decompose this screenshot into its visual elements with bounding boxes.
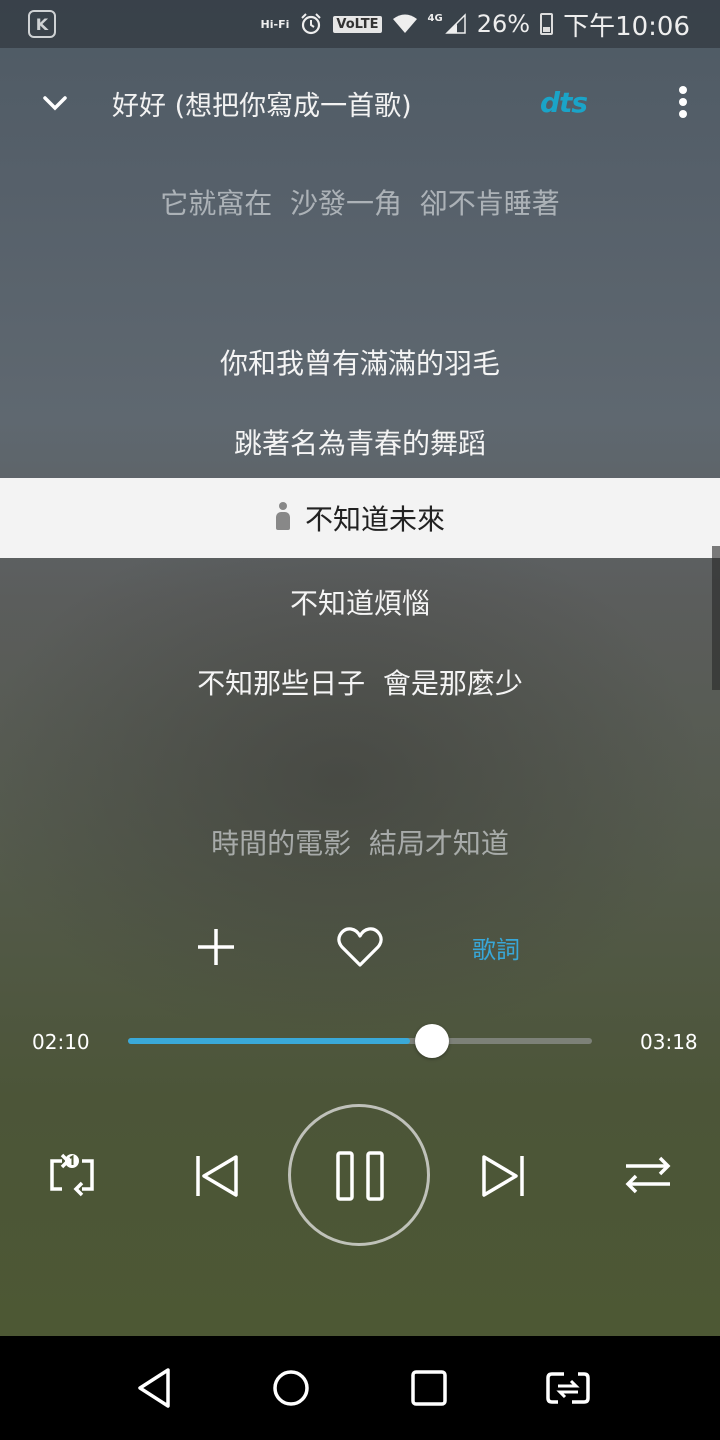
current-lyric-text: 不知道未來 (304, 503, 445, 536)
singer-icon (275, 502, 291, 534)
back-icon[interactable] (134, 1366, 174, 1410)
status-bar: K Hi-Fi VoLTE 4G 26% 下午10:06 (0, 0, 720, 48)
progress-track[interactable] (128, 1038, 592, 1044)
shuffle-icon[interactable] (624, 1154, 672, 1196)
status-icons: Hi-Fi VoLTE 4G 26% 下午10:06 (261, 0, 690, 48)
lyric-line: 你和我曾有滿滿的羽毛 (219, 347, 500, 380)
lyric-line: 不知道煩惱 (289, 587, 430, 620)
repeat-one-icon[interactable] (48, 1152, 96, 1198)
lyric-line: 時間的電影 結局才知道 (211, 827, 509, 860)
alarm-icon (301, 13, 322, 35)
chevron-down-icon[interactable] (38, 86, 72, 120)
scrollbar[interactable] (712, 546, 720, 690)
progress-fill (128, 1038, 410, 1044)
lyric-line: 不知那些日子 會是那麼少 (197, 667, 523, 700)
dts-logo[interactable]: dts (540, 86, 588, 119)
lyrics-button[interactable]: 歌詞 (472, 930, 520, 965)
elapsed-time: 02:10 (32, 1030, 90, 1054)
wifi-icon (392, 14, 417, 33)
lyric-line: 跳著名為青春的舞蹈 (233, 427, 486, 460)
clock: 下午10:06 (563, 11, 690, 42)
skip-previous-icon[interactable] (194, 1152, 240, 1200)
player-screen: K Hi-Fi VoLTE 4G 26% 下午10:06 好好 (想把你寫成一首… (0, 0, 720, 1336)
total-time: 03:18 (640, 1030, 698, 1054)
more-options-icon[interactable] (672, 86, 694, 122)
volte-indicator: VoLTE (333, 15, 382, 33)
player-header: 好好 (想把你寫成一首歌) dts (0, 48, 720, 158)
lyric-line: 它就窩在 沙發一角 卻不肯睡著 (160, 187, 560, 220)
progress-thumb[interactable] (415, 1024, 449, 1058)
signal-icon (444, 13, 466, 34)
song-title: 好好 (想把你寫成一首歌) (112, 91, 412, 122)
battery-icon (540, 13, 554, 35)
heart-icon[interactable] (336, 925, 384, 969)
current-lyric-line[interactable]: 不知道未來 (0, 478, 720, 558)
skip-next-icon[interactable] (480, 1152, 526, 1200)
navigation-bar (0, 1336, 720, 1440)
hifi-indicator: Hi-Fi (260, 17, 290, 31)
pause-icon[interactable] (334, 1150, 386, 1202)
network-type: 4G (427, 12, 443, 24)
app-notification-icon: K (28, 10, 56, 38)
battery-percent: 26% (476, 10, 531, 38)
recents-icon[interactable] (410, 1366, 448, 1410)
switch-apps-icon[interactable] (544, 1366, 592, 1410)
home-icon[interactable] (270, 1366, 312, 1410)
add-to-playlist-icon[interactable] (196, 927, 236, 967)
